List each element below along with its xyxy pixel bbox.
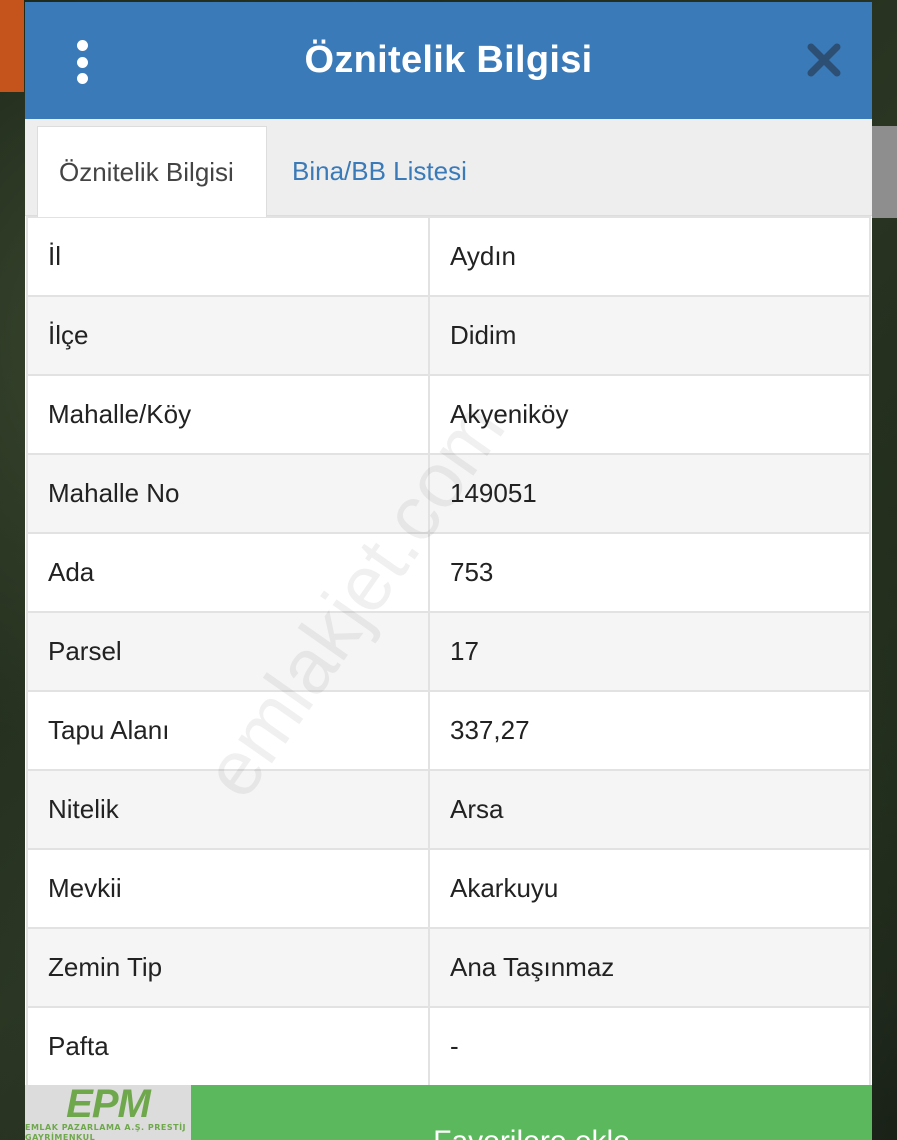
- background-orange-strip: [0, 0, 24, 92]
- add-favorite-label: Favorilere ekle: [433, 1125, 630, 1140]
- attribute-key: Ada: [26, 532, 430, 613]
- attribute-value: 753: [428, 532, 871, 613]
- dialog-header: Öznitelik Bilgisi: [25, 2, 872, 119]
- attribute-key: Tapu Alanı: [26, 690, 430, 771]
- kebab-menu-icon[interactable]: [71, 40, 93, 84]
- attribute-row: Mevkii Akarkuyu: [26, 848, 871, 929]
- attribute-row: Zemin Tip Ana Taşınmaz: [26, 927, 871, 1008]
- attribute-key: İlçe: [26, 295, 430, 376]
- attribute-value: Akyeniköy: [428, 374, 871, 455]
- add-favorite-button[interactable]: Favorilere ekle: [191, 1085, 872, 1140]
- attribute-row: Ada 753: [26, 532, 871, 613]
- attribute-row: Tapu Alanı 337,27: [26, 690, 871, 771]
- attribute-row: Mahalle/Köy Akyeniköy: [26, 374, 871, 455]
- background-scrollbar[interactable]: [872, 126, 897, 218]
- tab-bar: Öznitelik Bilgisi Bina/BB Listesi: [25, 119, 872, 217]
- attribute-key: İl: [26, 216, 430, 297]
- logo-text: EPM: [66, 1085, 151, 1126]
- attribute-row: Mahalle No 149051: [26, 453, 871, 534]
- attribute-value: 17: [428, 611, 871, 692]
- attribute-key: Mahalle/Köy: [26, 374, 430, 455]
- dialog-title: Öznitelik Bilgisi: [304, 39, 593, 81]
- attribute-key: Mahalle No: [26, 453, 430, 534]
- attribute-value: 149051: [428, 453, 871, 534]
- attribute-key: Mevkii: [26, 848, 430, 929]
- tab-building-list[interactable]: Bina/BB Listesi: [271, 126, 488, 216]
- attribute-row: İlçe Didim: [26, 295, 871, 376]
- close-icon[interactable]: [806, 42, 842, 78]
- attribute-row: Parsel 17: [26, 611, 871, 692]
- attribute-key: Zemin Tip: [26, 927, 430, 1008]
- attribute-value: 337,27: [428, 690, 871, 771]
- attribute-row: İl Aydın: [26, 216, 871, 297]
- attribute-value: Aydın: [428, 216, 871, 297]
- attribute-row: Nitelik Arsa: [26, 769, 871, 850]
- attribute-row: Pafta -: [26, 1006, 871, 1087]
- attribute-info-dialog: Öznitelik Bilgisi Öznitelik Bilgisi Bina…: [25, 2, 872, 1140]
- tab-attribute-info[interactable]: Öznitelik Bilgisi: [37, 126, 267, 217]
- attribute-key: Nitelik: [26, 769, 430, 850]
- attribute-value: -: [428, 1006, 871, 1087]
- attribute-value: Akarkuyu: [428, 848, 871, 929]
- footer-bar: EPM EMLAK PAZARLAMA A.Ş. PRESTİJ GAYRİME…: [25, 1085, 872, 1140]
- attribute-value: Didim: [428, 295, 871, 376]
- epm-logo: EPM EMLAK PAZARLAMA A.Ş. PRESTİJ GAYRİME…: [25, 1085, 191, 1140]
- logo-subtext: EMLAK PAZARLAMA A.Ş. PRESTİJ GAYRİMENKUL: [25, 1122, 187, 1140]
- attribute-key: Pafta: [26, 1006, 430, 1087]
- attribute-value: Ana Taşınmaz: [428, 927, 871, 1008]
- attribute-value: Arsa: [428, 769, 871, 850]
- attribute-table: İl Aydın İlçe Didim Mahalle/Köy Akyeniköy Maha…: [26, 216, 871, 1087]
- attribute-key: Parsel: [26, 611, 430, 692]
